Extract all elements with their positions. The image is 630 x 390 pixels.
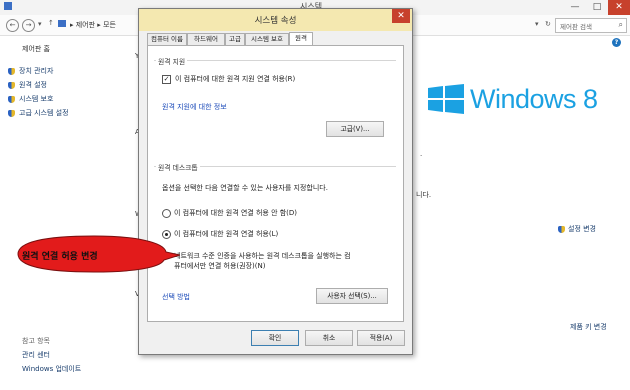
sidebar-item-label: 원격 설정: [19, 81, 47, 89]
sidebar-item-system-protection[interactable]: 시스템 보호: [8, 94, 53, 104]
action-center-link[interactable]: 관리 센터: [22, 350, 50, 360]
apply-button[interactable]: 적용(A): [357, 330, 405, 346]
refresh-icon[interactable]: ↻: [545, 20, 551, 28]
radio-unselected-icon: [162, 208, 171, 218]
select-users-button[interactable]: 사용자 선택(S)...: [316, 288, 388, 304]
system-app-icon: [4, 2, 12, 10]
change-settings-label: 설정 변경: [568, 225, 596, 233]
control-panel-home-link[interactable]: 제어판 홈: [22, 44, 50, 54]
tab-system-protection[interactable]: 시스템 보호: [245, 33, 289, 45]
change-product-key-link[interactable]: 제품 키 변경: [570, 322, 607, 332]
maximize-button[interactable]: □: [586, 0, 608, 15]
dialog-titlebar: 시스템 속성 ✕: [139, 9, 412, 31]
dialog-title: 시스템 속성: [254, 16, 297, 26]
shield-icon: [8, 95, 15, 103]
shield-icon: [8, 109, 15, 117]
deny-remote-connection-radio[interactable]: 이 컴퓨터에 대한 원격 연결 허용 안 함(D): [162, 208, 297, 218]
see-also-heading: 참고 항목: [22, 337, 50, 345]
deny-remote-connection-label: 이 컴퓨터에 대한 원격 연결 허용 안 함(D): [174, 209, 298, 217]
windows-edition-logo: Windows 8: [470, 84, 598, 114]
tab-hardware[interactable]: 하드웨어: [187, 33, 225, 45]
checkbox-checked-icon: ✓: [162, 74, 171, 84]
sidebar: 제어판 홈 장치 관리자 원격 설정 시스템 보호 고급 시스템 설정 참고 항…: [0, 36, 135, 390]
breadcrumb[interactable]: ▸ 제어판 ▸ 모든: [70, 20, 116, 30]
control-panel-icon: [58, 20, 66, 27]
sidebar-item-advanced-settings[interactable]: 고급 시스템 설정: [8, 108, 69, 118]
remote-desktop-instruction: 옵션을 선택한 다음 연결할 수 있는 사용자를 지정합니다.: [162, 184, 328, 192]
sidebar-item-remote-settings[interactable]: 원격 설정: [8, 80, 47, 90]
minimize-button[interactable]: —: [564, 0, 586, 15]
shield-icon: [558, 225, 565, 233]
tab-advanced[interactable]: 고급: [225, 33, 245, 45]
nla-only-checkbox[interactable]: 네트워크 수준 인증을 사용하는 원격 데스크톱을 실행하는 컴 퓨터에서만 연…: [174, 251, 351, 271]
search-input[interactable]: 제어판 검색 ⌕: [555, 18, 627, 33]
search-placeholder: 제어판 검색: [560, 23, 592, 31]
dialog-close-button[interactable]: ✕: [392, 9, 410, 23]
remote-assistance-group-label: 원격 지원: [156, 56, 188, 66]
advanced-button[interactable]: 고급(V)...: [326, 121, 384, 137]
up-arrow-icon[interactable]: ↑: [48, 19, 54, 27]
sidebar-item-label: 고급 시스템 설정: [19, 109, 69, 117]
annotation-text: 원격 연결 허용 변경: [22, 252, 98, 262]
group-divider: [154, 60, 396, 61]
remote-desktop-group-label: 원격 데스크톱: [156, 162, 200, 172]
recent-dropdown-icon[interactable]: ▾: [38, 20, 42, 28]
search-icon[interactable]: ⌕: [619, 20, 623, 30]
help-me-choose-link[interactable]: 선택 방법: [162, 292, 190, 302]
allow-remote-assistance-label: 이 컴퓨터에 대한 원격 지원 연결 허용(R): [175, 75, 296, 83]
windows-update-link[interactable]: Windows 업데이트: [22, 364, 81, 374]
main-fragment: 니다.: [416, 191, 432, 199]
allow-remote-connection-label: 이 컴퓨터에 대한 원격 연결 허용(L): [174, 230, 279, 238]
tab-remote[interactable]: 원격: [289, 32, 313, 45]
allow-remote-assistance-checkbox[interactable]: ✓ 이 컴퓨터에 대한 원격 지원 연결 허용(R): [162, 74, 295, 84]
main-fragment: .: [420, 150, 423, 158]
window-close-button[interactable]: ✕: [608, 0, 630, 15]
windows-logo-icon: [428, 84, 464, 114]
cancel-button[interactable]: 취소: [305, 330, 353, 346]
sidebar-item-device-manager[interactable]: 장치 관리자: [8, 66, 53, 76]
system-properties-dialog: 시스템 속성 ✕ 컴퓨터 이름 하드웨어 고급 시스템 보호 원격 원격 지원 …: [138, 8, 413, 355]
remote-assistance-info-link[interactable]: 원격 지원에 대한 정보: [162, 102, 227, 112]
back-button[interactable]: ←: [6, 19, 19, 32]
nla-only-label-line1: 네트워크 수준 인증을 사용하는 원격 데스크톱을 실행하는 컴: [174, 252, 351, 260]
tab-computer-name[interactable]: 컴퓨터 이름: [147, 33, 187, 45]
ok-button[interactable]: 확인: [251, 330, 299, 346]
forward-button[interactable]: →: [22, 19, 35, 32]
sidebar-item-label: 장치 관리자: [19, 67, 54, 75]
sidebar-item-label: 시스템 보호: [19, 95, 54, 103]
remote-tab-panel: 원격 지원 ✓ 이 컴퓨터에 대한 원격 지원 연결 허용(R) 원격 지원에 대…: [147, 45, 404, 322]
shield-icon: [8, 81, 15, 89]
shield-icon: [8, 67, 15, 75]
address-dropdown-icon[interactable]: ▾: [535, 20, 539, 28]
help-icon[interactable]: ?: [612, 38, 621, 47]
nla-only-label-line2: 퓨터에서만 연결 허용(권장)(N): [174, 262, 266, 270]
change-settings-link[interactable]: 설정 변경: [558, 224, 596, 234]
